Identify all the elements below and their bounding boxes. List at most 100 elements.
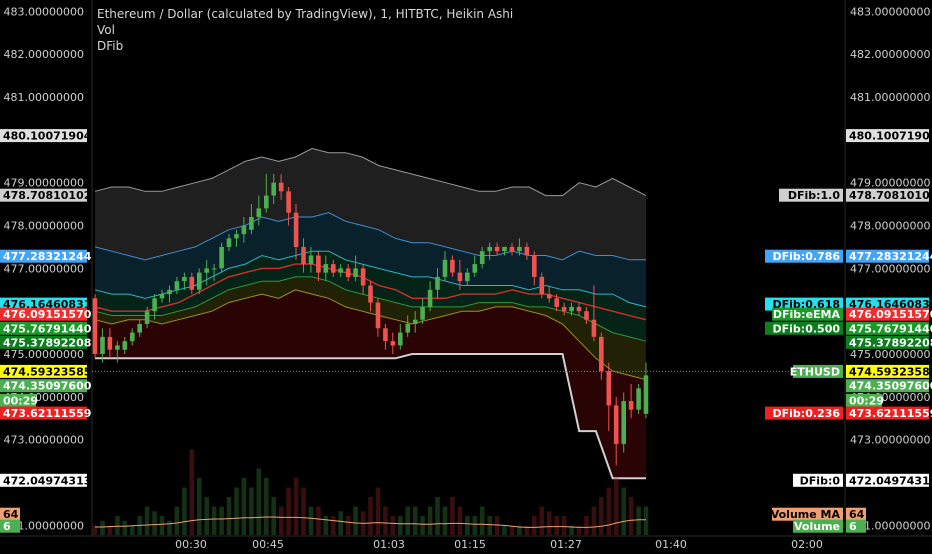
volume-bar: [457, 506, 463, 535]
time-tick-label: 01:40: [655, 538, 687, 550]
volume-bar: [338, 511, 343, 536]
volume-bar: [405, 506, 411, 535]
volume-bar: [293, 478, 299, 535]
candle-body: [450, 259, 455, 273]
candle-body: [636, 388, 641, 410]
candle-body: [398, 332, 403, 346]
dfib-label: DFib:eEMA: [773, 308, 841, 321]
right-price-label: 472.04974313: [849, 474, 932, 487]
volume-bar: [182, 487, 187, 535]
volume-bar: [219, 506, 224, 535]
candle-body: [278, 182, 284, 192]
chart-legend: Ethereum / Dollar (calculated by Trading…: [97, 6, 513, 54]
right-price-label: 476.09151570: [849, 308, 932, 321]
candle-body: [316, 255, 321, 273]
volume-bar: [613, 478, 619, 535]
volume-bar: [606, 487, 612, 535]
candle-body: [159, 294, 165, 299]
legend-dfib[interactable]: DFib: [97, 38, 513, 54]
volume-bar: [375, 487, 381, 535]
candle-body: [152, 298, 157, 312]
candle-body: [130, 332, 135, 342]
candle-body: [286, 191, 291, 213]
right-price-label: 477.28321244: [849, 250, 932, 263]
time-tick-label: 01:03: [373, 538, 405, 550]
candle-body: [167, 289, 172, 295]
candle-body: [509, 246, 515, 252]
volume-bar: [561, 516, 567, 535]
left-price-label: 480.10071904: [3, 130, 92, 143]
volume-bar: [152, 511, 157, 536]
volume-bar: [286, 487, 291, 535]
volume-bar: [472, 516, 478, 535]
right-price-label: 474.59323585: [849, 365, 932, 378]
candle-body: [92, 298, 98, 354]
volume-bar: [353, 506, 358, 535]
volume-bar: [420, 516, 425, 535]
right-price-label: 478.70810102: [849, 189, 932, 202]
y-tick-label-left: 473.00000000: [4, 434, 84, 447]
right-price-label: 6: [849, 520, 857, 533]
volume-bar: [271, 497, 276, 535]
price-chart[interactable]: 00:30 00:45 01:03 01:15 01:27 01:40 02:00 483.0…: [0, 0, 932, 551]
volume-bar: [189, 449, 195, 535]
y-tick-label-left: 479.00000000: [4, 177, 84, 190]
legend-vol[interactable]: Vol: [97, 22, 513, 38]
volume-bar: [636, 506, 641, 535]
candle-body: [301, 246, 306, 264]
right-price-label: 475.76791440: [849, 322, 932, 335]
volume-bar: [249, 487, 254, 535]
volume-bar: [241, 478, 247, 535]
candle-body: [211, 268, 217, 270]
volume-bar: [628, 497, 634, 535]
candle-body: [144, 311, 150, 324]
volume-bar: [144, 506, 150, 535]
volume-bar: [226, 497, 232, 535]
candle-body: [584, 311, 589, 320]
left-price-label: 474.59323585: [3, 365, 91, 378]
volume-bar: [278, 506, 284, 535]
dfib-line-0: [95, 353, 646, 480]
candle-body: [561, 306, 567, 312]
dfib-label: ETHUSD: [790, 365, 840, 378]
candle-body: [613, 405, 619, 444]
candle-body: [122, 341, 128, 350]
y-tick-label-right: 477.00000000: [850, 262, 930, 275]
volume-bar: [256, 468, 262, 535]
candle-body: [360, 268, 366, 286]
time-tick-label: 02:00: [791, 538, 823, 550]
candle-body: [256, 208, 262, 217]
volume-bar: [301, 487, 306, 535]
dfib-label: DFib:0: [800, 474, 841, 487]
left-price-label: 475.37892208: [3, 336, 91, 349]
candle-body: [383, 328, 388, 342]
candle-body: [137, 324, 142, 333]
candle-body: [554, 298, 559, 307]
candle-body: [435, 276, 440, 290]
volume-bar: [159, 516, 165, 535]
candle-body: [338, 268, 343, 273]
volume-bar: [502, 525, 507, 535]
volume-bar: [487, 516, 492, 535]
volume-bar: [264, 478, 269, 535]
candle-body: [569, 306, 574, 312]
y-tick-label-left: 477.00000000: [4, 262, 84, 275]
volume-bar: [323, 516, 329, 535]
candle-body: [576, 306, 582, 312]
candle-body: [107, 336, 113, 350]
volume-bar: [174, 506, 180, 535]
volume-bar: [554, 516, 559, 535]
candle-body: [472, 264, 478, 273]
candle-body: [331, 264, 336, 273]
volume-bar: [122, 520, 128, 536]
left-price-label: 6: [3, 520, 11, 533]
volume-bar: [591, 506, 597, 535]
candle-body: [539, 276, 545, 294]
volume-bar: [211, 506, 217, 535]
time-tick-label: 01:27: [550, 538, 582, 550]
volume-bar: [316, 506, 321, 535]
candle-body: [264, 195, 269, 209]
right-price-label: 475.37892208: [849, 336, 932, 349]
right-price-label: 474.35097600: [849, 380, 932, 393]
y-tick-label-right: 475.00000000: [850, 348, 930, 361]
